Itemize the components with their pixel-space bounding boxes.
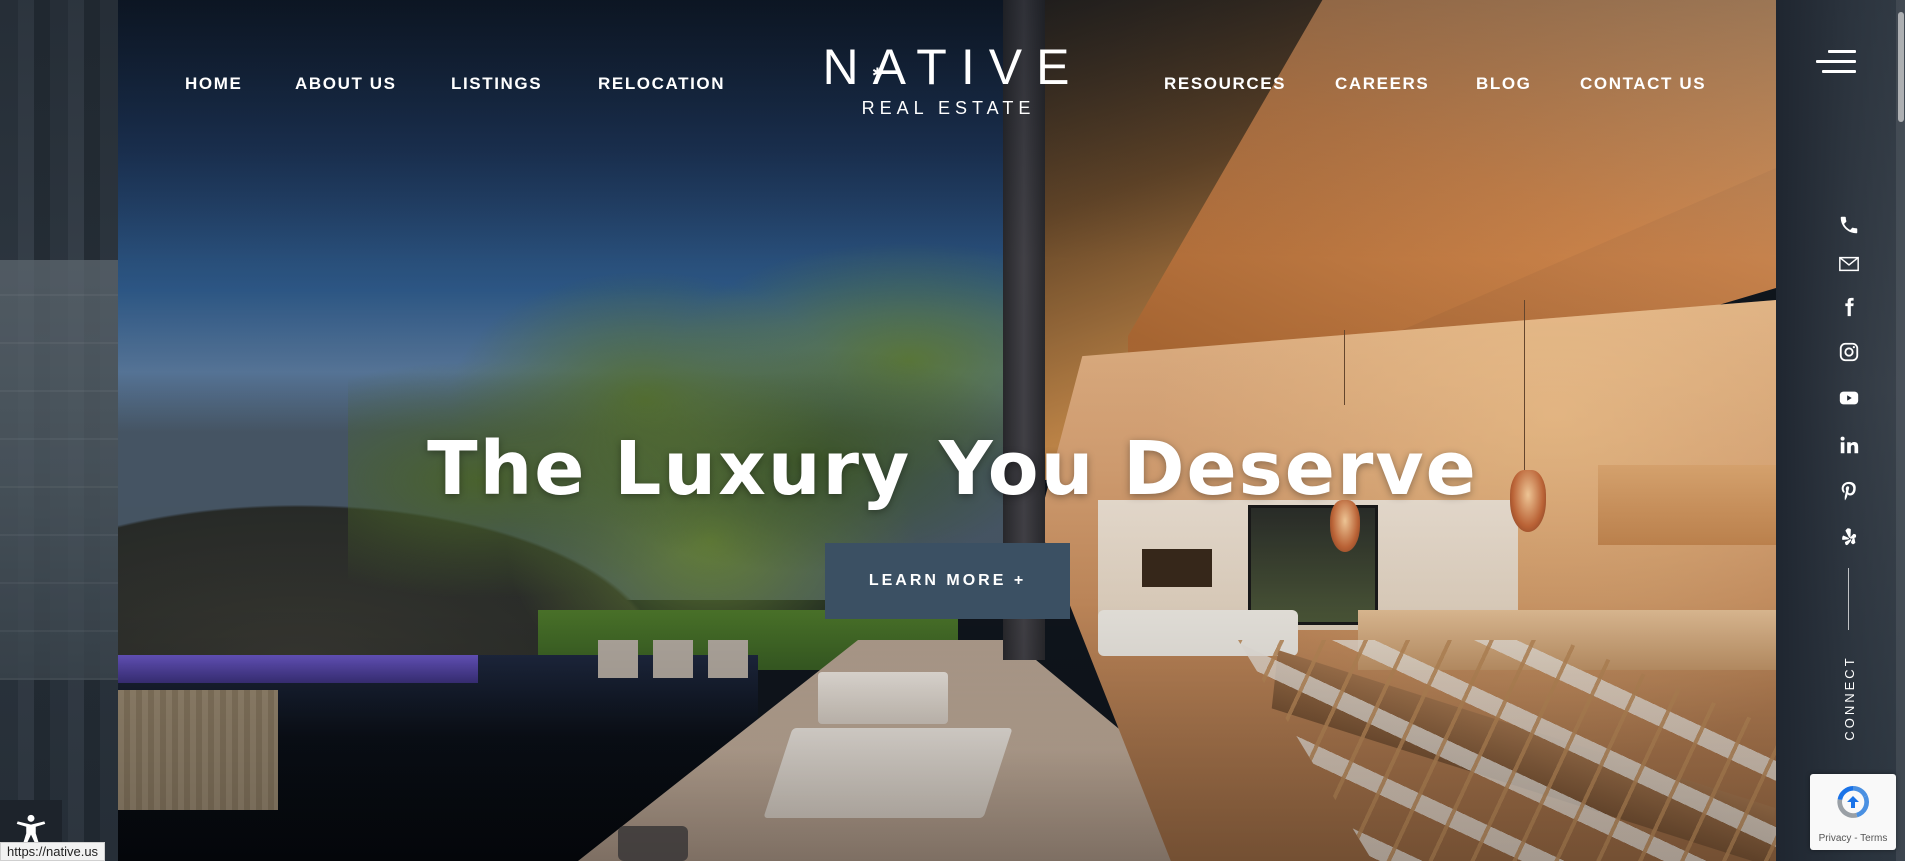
- hero-title: The Luxury You Deserve: [427, 426, 1478, 512]
- connect-label: CONNECT: [1842, 655, 1857, 741]
- nav-contact-us[interactable]: CONTACT US: [1580, 74, 1706, 94]
- hamburger-line: [1816, 60, 1856, 63]
- site-logo[interactable]: NATIVE REAL ESTATE: [791, 40, 1101, 122]
- pinterest-icon[interactable]: [1836, 478, 1862, 504]
- backdrop-building: [0, 260, 118, 680]
- facebook-icon[interactable]: [1836, 294, 1862, 320]
- nav-about-us[interactable]: ABOUT US: [295, 74, 397, 94]
- youtube-icon[interactable]: [1836, 385, 1862, 411]
- recaptcha-icon: [1837, 786, 1870, 818]
- nav-blog[interactable]: BLOG: [1476, 74, 1532, 94]
- recaptcha-privacy-link[interactable]: Privacy: [1819, 833, 1852, 844]
- sidebar-backdrop: [1776, 0, 1905, 861]
- nav-relocation[interactable]: RELOCATION: [598, 74, 725, 94]
- recaptcha-links: Privacy - Terms: [1810, 833, 1896, 844]
- nav-careers[interactable]: CAREERS: [1335, 74, 1429, 94]
- hamburger-line: [1822, 70, 1856, 73]
- linkedin-icon[interactable]: [1836, 432, 1862, 458]
- logo-star-icon: ✱: [872, 65, 883, 80]
- instagram-icon[interactable]: [1836, 339, 1862, 365]
- recaptcha-terms-link[interactable]: Terms: [1860, 833, 1887, 844]
- menu-hamburger-icon[interactable]: [1814, 50, 1856, 76]
- left-backdrop-strip: [0, 0, 118, 861]
- phone-icon[interactable]: [1836, 212, 1862, 238]
- status-bar-url: https://native.us: [0, 842, 106, 861]
- nav-resources[interactable]: RESOURCES: [1164, 74, 1286, 94]
- right-sidebar: [1776, 0, 1905, 861]
- nav-listings[interactable]: LISTINGS: [451, 74, 542, 94]
- yelp-icon[interactable]: [1836, 524, 1862, 550]
- scrollbar-thumb[interactable]: [1898, 12, 1904, 122]
- mail-icon[interactable]: [1836, 251, 1862, 277]
- learn-more-button[interactable]: LEARN MORE +: [825, 543, 1070, 619]
- nav-home[interactable]: HOME: [185, 74, 242, 94]
- logo-tagline: REAL ESTATE: [861, 98, 1036, 118]
- recaptcha-badge[interactable]: Privacy - Terms: [1810, 774, 1896, 850]
- connect-divider: [1848, 568, 1849, 630]
- hamburger-line: [1828, 50, 1856, 53]
- page-scrollbar[interactable]: [1896, 0, 1905, 861]
- recaptcha-separator: -: [1851, 833, 1861, 844]
- logo-wordmark: NATIVE: [822, 39, 1084, 95]
